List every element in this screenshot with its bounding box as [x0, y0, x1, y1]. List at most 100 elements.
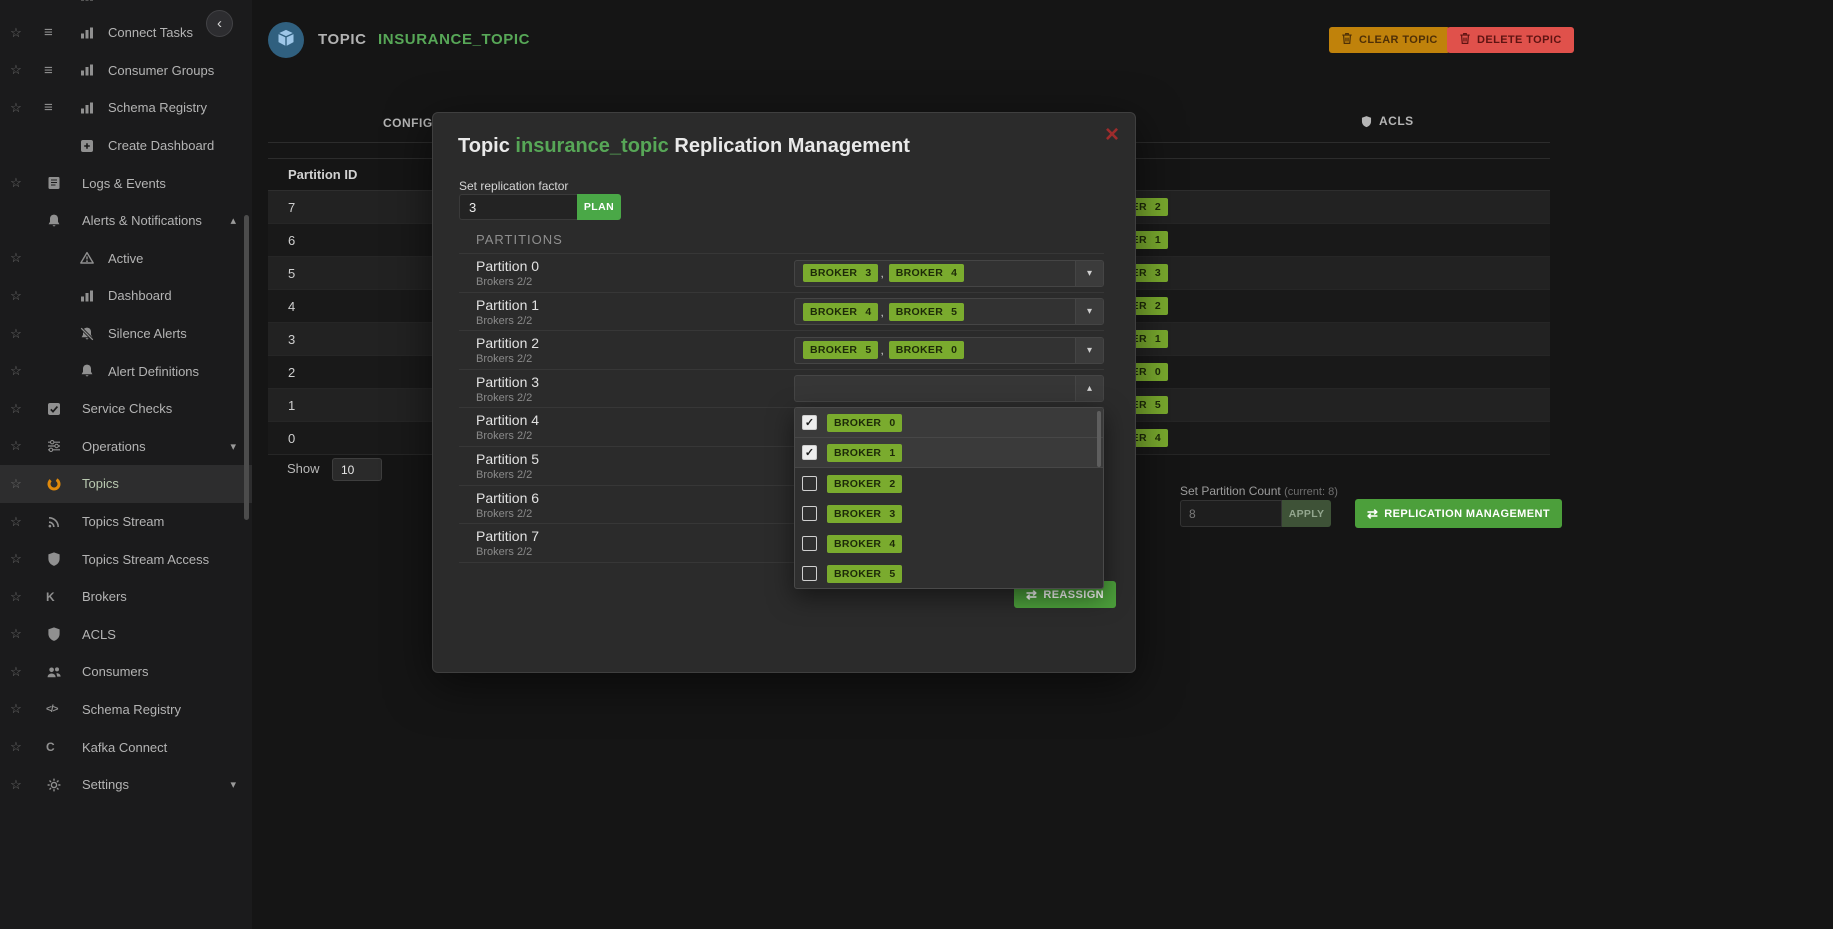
drag-handle-icon[interactable]: ≡	[44, 24, 60, 41]
checkbox[interactable]: ✓	[802, 415, 817, 430]
sidebar-item-consumers[interactable]: ☆ Consumers	[0, 653, 252, 691]
checkbox[interactable]	[802, 506, 817, 521]
broker-select[interactable]: BROKER5,BROKER0 ▾	[794, 337, 1104, 364]
drag-handle-icon[interactable]: ≡	[44, 99, 60, 116]
broker-option[interactable]: BROKER4	[795, 528, 1103, 558]
star-icon[interactable]: ☆	[8, 250, 24, 266]
replication-management-button[interactable]: ⇄ REPLICATION MANAGEMENT	[1355, 499, 1562, 528]
partition-count-input[interactable]: 8	[1180, 500, 1282, 527]
sidebar-item-schema-registry[interactable]: ☆ </> Schema Registry	[0, 691, 252, 729]
sidebar-item-topics-stream-access[interactable]: ☆ Topics Stream Access	[0, 540, 252, 578]
chevron-up-icon: ▴	[1087, 383, 1092, 394]
star-icon[interactable]: ☆	[8, 326, 24, 342]
partition-brokers-count: Brokers 2/2	[476, 315, 532, 327]
replication-factor-input[interactable]: 3	[459, 194, 577, 220]
trash-icon	[1459, 32, 1471, 48]
sidebar-item-consumer-groups[interactable]: ☆ ≡ Consumer Groups	[0, 52, 252, 90]
broker-option[interactable]: BROKER3	[795, 498, 1103, 528]
drag-handle-icon[interactable]: ≡	[44, 0, 60, 4]
star-icon[interactable]: ☆	[8, 551, 24, 567]
sidebar-item-schema-registry[interactable]: ☆ ≡ Schema Registry	[0, 89, 252, 127]
sidebar-item-brokers[interactable]: ☆ K Brokers	[0, 578, 252, 616]
broker-option[interactable]: BROKER2	[795, 468, 1103, 498]
star-icon[interactable]: ☆	[8, 739, 24, 755]
broker-select[interactable]: ▴	[794, 375, 1104, 402]
star-icon[interactable]: ☆	[8, 288, 24, 304]
sidebar-item-acls[interactable]: ☆ ACLS	[0, 616, 252, 654]
select-caret-button[interactable]: ▾	[1075, 261, 1103, 286]
replication-factor-label: Set replication factor	[459, 179, 568, 193]
select-caret-button[interactable]: ▴	[1075, 376, 1103, 401]
star-icon[interactable]: ☆	[8, 701, 24, 717]
sidebar-scrollbar[interactable]	[244, 215, 249, 520]
chevron-down-icon: ▾	[230, 440, 236, 453]
broker-option[interactable]: ✓ BROKER1	[795, 438, 1103, 468]
sidebar: ☆ ≡ ☆ ≡ Connect Tasks ☆ ≡ Consumer Group…	[0, 0, 252, 929]
modal-close-button[interactable]: ×	[1105, 123, 1119, 147]
code-icon: </>	[46, 704, 57, 715]
modal-partition-row: Partition 0 Brokers 2/2 BROKER3,BROKER4 …	[459, 254, 1104, 293]
bell-icon	[46, 213, 62, 229]
checkbox[interactable]	[802, 566, 817, 581]
broker-badge: BROKER4	[889, 264, 964, 282]
star-icon[interactable]: ☆	[8, 589, 24, 605]
star-icon[interactable]: ☆	[8, 438, 24, 454]
sidebar-item-alert-definitions[interactable]: ☆ Alert Definitions	[0, 352, 252, 390]
letter-c-icon: C	[46, 740, 55, 754]
sidebar-item-kafka-connect[interactable]: ☆ C Kafka Connect	[0, 728, 252, 766]
star-icon[interactable]: ☆	[8, 62, 24, 78]
star-icon[interactable]: ☆	[8, 777, 24, 793]
plan-button[interactable]: PLAN	[577, 194, 621, 220]
drag-handle-icon[interactable]: ≡	[44, 62, 60, 79]
star-icon[interactable]: ☆	[8, 664, 24, 680]
tab-acls[interactable]: ACLS	[1360, 114, 1414, 128]
star-icon[interactable]: ☆	[8, 0, 24, 3]
check-square-icon	[46, 401, 62, 417]
sidebar-item-silence-alerts[interactable]: ☆ Silence Alerts	[0, 315, 252, 353]
delete-topic-button[interactable]: DELETE TOPIC	[1447, 27, 1574, 53]
star-icon[interactable]: ☆	[8, 401, 24, 417]
sidebar-item-create-dashboard[interactable]: Create Dashboard	[0, 127, 252, 165]
page-title: TOPIC	[318, 31, 367, 48]
sidebar-item-operations[interactable]: ☆ Operations ▾	[0, 428, 252, 466]
partition-id-cell: 6	[288, 233, 295, 248]
select-caret-button[interactable]: ▾	[1075, 299, 1103, 324]
star-icon[interactable]: ☆	[8, 25, 24, 41]
clear-topic-button[interactable]: CLEAR TOPIC	[1329, 27, 1450, 53]
sidebar-item-settings[interactable]: ☆ Settings ▾	[0, 766, 252, 804]
checkbox[interactable]	[802, 476, 817, 491]
broker-option[interactable]: BROKER5	[795, 558, 1103, 588]
partition-id-cell: 5	[288, 266, 295, 281]
show-page-size-select[interactable]: 10	[332, 458, 382, 481]
chart-bar-icon	[79, 100, 95, 116]
star-icon[interactable]: ☆	[8, 626, 24, 642]
star-icon[interactable]: ☆	[8, 175, 24, 191]
broker-select[interactable]: BROKER4,BROKER5 ▾	[794, 298, 1104, 325]
tab-config[interactable]: CONFIG	[383, 116, 433, 130]
partition-id-cell: 4	[288, 299, 295, 314]
sidebar-item-logs-events[interactable]: ☆ Logs & Events	[0, 164, 252, 202]
broker-option[interactable]: ✓ BROKER0	[795, 408, 1103, 438]
partition-name: Partition 7	[476, 528, 539, 544]
sidebar-item-dashboard[interactable]: ☆ Dashboard	[0, 277, 252, 315]
sidebar-item-active[interactable]: ☆ Active	[0, 240, 252, 278]
checkbox[interactable]	[802, 536, 817, 551]
star-icon[interactable]: ☆	[8, 514, 24, 530]
close-icon: ×	[1105, 121, 1119, 148]
broker-badge: BROKER1	[827, 444, 902, 462]
chart-bar-icon	[79, 25, 95, 41]
star-icon[interactable]: ☆	[8, 476, 24, 492]
star-icon[interactable]: ☆	[8, 363, 24, 379]
sidebar-collapse-button[interactable]: ‹	[206, 10, 233, 37]
sidebar-item-topics[interactable]: ☆ Topics	[0, 465, 252, 503]
select-caret-button[interactable]: ▾	[1075, 338, 1103, 363]
dropdown-scrollbar[interactable]	[1097, 411, 1101, 467]
sidebar-item-alerts-notifications[interactable]: Alerts & Notifications ▴	[0, 202, 252, 240]
apply-button[interactable]: APPLY	[1282, 500, 1331, 527]
star-icon[interactable]: ☆	[8, 100, 24, 116]
sidebar-item-service-checks[interactable]: ☆ Service Checks	[0, 390, 252, 428]
checkbox[interactable]: ✓	[802, 445, 817, 460]
broker-select[interactable]: BROKER3,BROKER4 ▾	[794, 260, 1104, 287]
sidebar-item-topics-stream[interactable]: ☆ Topics Stream	[0, 503, 252, 541]
broker-badge: BROKER5	[827, 565, 902, 583]
